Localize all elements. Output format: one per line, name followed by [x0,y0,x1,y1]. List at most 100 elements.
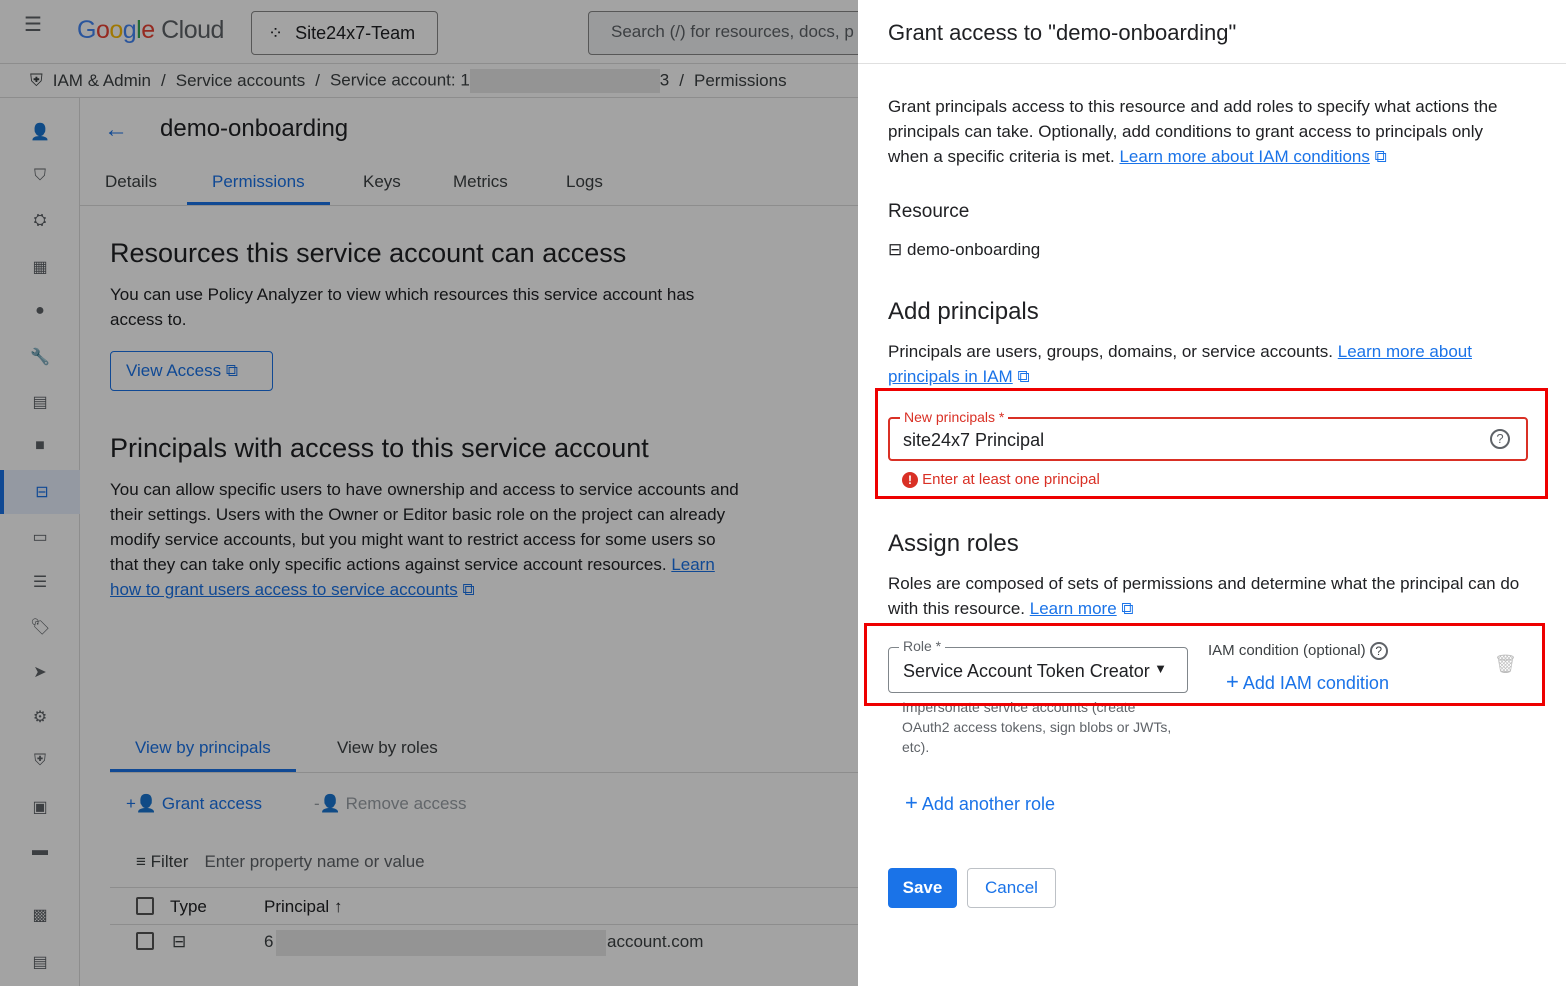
highlight-box [864,623,1545,706]
tab-view-by-roles[interactable]: View by roles [337,738,438,758]
tab-details[interactable]: Details [105,172,157,192]
col-principal[interactable]: Principal ↑ [264,897,342,917]
panel-title: Grant access to "demo-onboarding" [888,20,1236,46]
page-title: demo-onboarding [160,115,348,143]
tab-permissions[interactable]: Permissions [187,172,330,205]
external-link-icon: ⧉ [1017,367,1029,386]
crumb-service-account[interactable]: Service account: 13 [330,69,669,93]
crumb-iam[interactable]: IAM & Admin [53,71,151,91]
principal-error: ! Enter at least one principal [902,471,1100,488]
roles-learn-more-link[interactable]: Learn more [1030,599,1117,618]
view-tabs: View by principals View by roles [110,734,858,773]
add-iam-condition-button[interactable]: + Add IAM condition [1226,669,1389,695]
tab-metrics[interactable]: Metrics [453,172,508,192]
security-icon[interactable]: ⛨ [30,752,50,772]
wrench-icon[interactable]: 🔧 [30,347,50,367]
menu-icon[interactable]: ☰ [24,22,46,28]
help-icon[interactable]: ? [1490,429,1510,449]
external-link-icon: ⧉ [1121,599,1133,618]
tag-icon[interactable]: 🏷 [30,617,50,637]
new-principals-value: site24x7 Principal [903,430,1044,451]
row-checkbox[interactable] [136,932,154,950]
iam-shield-icon: ⛨ [30,71,43,91]
label-icon[interactable]: ➤ [30,662,50,682]
grant-access-button[interactable]: +👤 Grant access [126,794,262,814]
crumb-sep: / [679,71,684,91]
folder-gear-icon[interactable]: ▩ [30,905,50,925]
crumb-sep: / [161,71,166,91]
redacted-block [470,69,660,93]
tab-view-by-principals[interactable]: View by principals [110,738,296,772]
view-access-button[interactable]: View Access ⧉ [110,351,273,391]
search-input[interactable]: Search (/) for resources, docs, p [588,11,858,55]
google-cloud-logo[interactable]: Google Cloud [77,16,224,45]
external-link-icon: ⧉ [226,361,238,380]
table-header: Type Principal ↑ [110,887,858,925]
grid-icon[interactable]: ▣ [30,797,50,817]
select-all-checkbox[interactable] [136,897,154,915]
building-icon[interactable]: ▦ [30,257,50,277]
service-account-icon: ⊟ [888,240,902,259]
card-icon[interactable]: ▭ [30,527,50,547]
hat-icon[interactable]: ▬ [30,842,50,862]
plus-icon: + [1226,669,1239,694]
grant-access-panel: Grant access to "demo-onboarding" Grant … [858,0,1566,986]
project-selector[interactable]: ⁘ Site24x7-Team [251,11,438,55]
table-row: ⊟ 6 account.com [110,926,858,960]
crumb-service-accounts[interactable]: Service accounts [176,71,305,91]
cancel-button[interactable]: Cancel [967,868,1056,908]
principals-text: You can allow specific users to have own… [110,477,740,602]
resource-item: ⊟ demo-onboarding [888,240,1040,260]
external-link-icon: ⧉ [462,580,474,599]
filter-input[interactable]: Enter property name or value [204,852,424,871]
crumb-permissions: Permissions [694,71,787,91]
external-link-icon: ⧉ [1375,147,1387,166]
tab-logs[interactable]: Logs [566,172,603,192]
resources-heading: Resources this service account can acces… [110,238,626,269]
notes-icon[interactable]: ▤ [30,952,50,972]
resources-text: You can use Policy Analyzer to view whic… [110,282,730,332]
iam-conditions-link[interactable]: Learn more about IAM conditions [1119,147,1369,166]
box-icon[interactable]: ■ [30,437,50,457]
add-principals-heading: Add principals [888,298,1039,326]
service-accounts-icon[interactable]: ⊟ [0,470,80,514]
add-another-role-button[interactable]: + Add another role [905,790,1055,816]
project-name: Site24x7-Team [295,23,415,44]
top-bar: ☰ Google Cloud ⁘ Site24x7-Team Search (/)… [0,0,858,64]
document-search-icon[interactable]: ▤ [30,392,50,412]
panel-intro: Grant principals access to this resource… [888,94,1528,169]
new-principals-label: New principals * [900,409,1008,425]
tab-keys[interactable]: Keys [363,172,401,192]
breadcrumb: ⛨ IAM & Admin / Service accounts / Service… [0,64,858,98]
back-arrow-icon[interactable]: ← [104,116,128,144]
role-description: Impersonate service accounts (create OAu… [902,697,1172,757]
shield-icon[interactable]: ⛉ [30,167,50,187]
account-icon[interactable]: ● [30,302,50,322]
gear-icon[interactable]: ⚙ [30,707,50,727]
plus-icon: + [905,790,918,815]
divider [858,63,1566,64]
crumb-sep: / [315,71,320,91]
policy-icon[interactable]: ⛭ [30,212,50,232]
principal-end: account.com [607,932,703,952]
list-icon[interactable]: ☰ [30,572,50,592]
tab-bar: Details Permissions Keys Metrics Logs [80,158,858,206]
project-icon: ⁘ [268,23,283,44]
principals-heading: Principals with access to this service a… [110,433,649,464]
col-type[interactable]: Type [170,897,207,917]
save-button[interactable]: Save [888,868,957,908]
new-principals-input[interactable]: New principals * site24x7 Principal ? [888,417,1528,461]
add-principals-text: Principals are users, groups, domains, o… [888,339,1528,389]
service-account-icon: ⊟ [172,932,186,952]
filter-bar[interactable]: ≡ Filter Enter property name or value [136,852,425,872]
remove-access-button[interactable]: -👤 Remove access [314,794,467,814]
console-background: ☰ Google Cloud ⁘ Site24x7-Team Search (/)… [0,0,858,986]
redacted-block [276,930,606,956]
add-user-icon[interactable]: 👤 [30,122,50,142]
filter-label: Filter [151,852,189,871]
assign-roles-heading: Assign roles [888,530,1019,558]
assign-roles-text: Roles are composed of sets of permission… [888,571,1538,621]
filter-icon: ≡ [136,852,146,871]
help-icon[interactable]: ? [1370,642,1388,660]
delete-icon[interactable]: 🗑 [1494,654,1517,675]
